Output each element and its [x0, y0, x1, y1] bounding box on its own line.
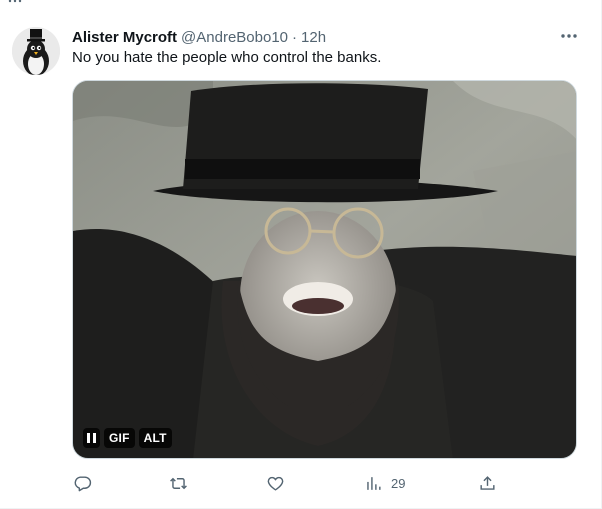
share-button[interactable] — [478, 472, 497, 494]
more-dots-icon — [561, 34, 577, 38]
retweet-icon — [170, 477, 187, 489]
tweet-header: Alister Mycroft @AndreBobo10 · 12h — [72, 27, 326, 47]
pause-icon — [87, 433, 96, 443]
pause-button[interactable] — [83, 428, 100, 448]
display-name[interactable]: Alister Mycroft — [72, 29, 177, 46]
share-icon — [480, 475, 495, 490]
tweet-actions: 29 — [72, 472, 577, 494]
more-button[interactable] — [556, 26, 582, 46]
gif-badge[interactable]: GIF — [104, 428, 135, 448]
timestamp[interactable]: 12h — [301, 29, 326, 46]
views-bar-chart-icon — [367, 476, 381, 490]
penguin-tophat-avatar-icon — [12, 27, 60, 75]
reply-icon — [74, 475, 92, 491]
previous-tweet-edge — [0, 0, 602, 12]
separator: · — [292, 28, 298, 46]
thread-fragment-icon — [8, 0, 22, 3]
avatar[interactable] — [12, 27, 60, 75]
views-button[interactable]: 29 — [364, 472, 405, 494]
views-count: 29 — [391, 475, 406, 491]
retweet-button[interactable] — [169, 472, 188, 494]
tweet-text: No you hate the people who control the b… — [72, 49, 382, 66]
like-button[interactable] — [266, 472, 285, 494]
media-controls: GIF ALT — [83, 428, 172, 448]
gif-frame-image — [73, 81, 576, 458]
gif-media[interactable]: GIF ALT — [72, 80, 577, 459]
reply-button[interactable] — [73, 472, 92, 494]
user-handle[interactable]: @AndreBobo10 — [181, 29, 288, 46]
alt-text-button[interactable]: ALT — [138, 428, 172, 448]
heart-icon — [267, 476, 284, 491]
